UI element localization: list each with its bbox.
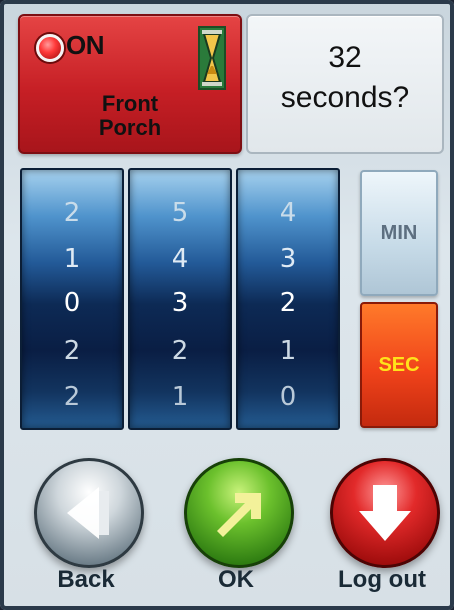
device-name: Front Porch	[20, 92, 240, 140]
device-name-line1: Front	[101, 91, 159, 116]
wheel-digit: 2	[63, 198, 81, 228]
wheel-digit: 2	[171, 336, 189, 366]
hourglass-icon	[198, 26, 226, 90]
wheel-digit: 5	[171, 198, 189, 228]
logout-button-label[interactable]: Log out	[318, 566, 446, 594]
wheel-digit: 2	[63, 382, 81, 412]
ok-button[interactable]	[184, 458, 294, 568]
digit-wheel-1[interactable]: 2 1 0 2 2	[20, 168, 124, 430]
sec-button[interactable]: SEC	[360, 302, 438, 428]
min-button[interactable]: MIN	[360, 170, 438, 296]
device-name-line2: Porch	[98, 115, 162, 140]
logout-button[interactable]	[330, 458, 440, 568]
digit-wheel-3[interactable]: 4 3 2 1 0	[236, 168, 340, 430]
wheel-digit: 0	[279, 382, 297, 412]
wheel-digit: 1	[171, 382, 189, 412]
wheel-digit: 1	[63, 244, 81, 274]
duration-question-tile: 32 seconds?	[246, 14, 444, 154]
wheel-digit: 4	[171, 244, 189, 274]
ok-arrow-icon	[217, 493, 261, 537]
logout-arrow-icon	[359, 485, 411, 541]
wheel-digit-selected: 2	[279, 288, 297, 318]
duration-question-unit: seconds?	[280, 81, 410, 114]
timer-screen: ON Front Porch 32 seconds? 2 1 0 2 2 5 4	[0, 0, 454, 610]
wheel-digit-selected: 0	[63, 288, 81, 318]
back-button-label[interactable]: Back	[34, 566, 138, 594]
back-arrow-icon	[67, 487, 109, 539]
back-button[interactable]	[34, 458, 144, 568]
ok-button-label[interactable]: OK	[184, 566, 288, 594]
device-state-label: ON	[66, 30, 105, 60]
wheel-digit-selected: 3	[171, 288, 189, 318]
duration-question: 32 seconds?	[248, 38, 442, 118]
duration-question-value: 32	[328, 41, 362, 74]
wheel-digit: 1	[279, 336, 297, 366]
device-status-tile[interactable]: ON Front Porch	[18, 14, 242, 154]
digit-wheel-2[interactable]: 5 4 3 2 1	[128, 168, 232, 430]
wheel-digit: 2	[63, 336, 81, 366]
power-indicator-icon	[36, 34, 64, 62]
wheel-digit: 4	[279, 198, 297, 228]
wheel-digit: 3	[279, 244, 297, 274]
